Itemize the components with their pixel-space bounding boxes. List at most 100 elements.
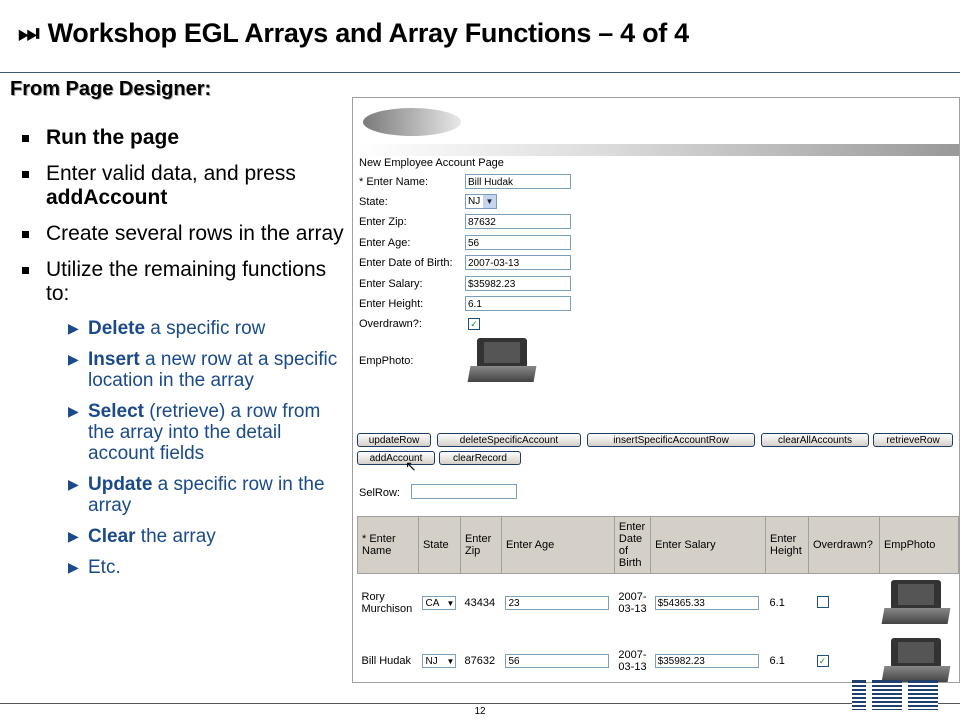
name-cell: Bill Hudak (361, 655, 412, 667)
arrow-right-icon: ▶ (68, 559, 79, 575)
sub-bullet-emphasis: Select (88, 401, 144, 422)
dob-cell: 2007-03-13 (618, 591, 647, 615)
dob-input[interactable]: 2007-03-13 (465, 255, 571, 270)
salary-cell: $35982.23 (651, 632, 766, 682)
sub-bullet-item: ▶ Etc. (18, 557, 348, 578)
arrow-right-icon: ▶ (68, 403, 79, 419)
oval-graphic (363, 108, 461, 136)
state-select[interactable]: NJ ▼ (465, 194, 497, 209)
age-input[interactable]: 23 (505, 596, 610, 610)
height-cell: 6.1 (769, 597, 785, 609)
bullet-item: Create several rows in the array (18, 222, 348, 246)
laptop-photo (467, 338, 537, 384)
age-cell: 56 (501, 632, 614, 682)
insert-specific-account-row-button[interactable]: insertSpecificAccountRow (587, 433, 755, 447)
laptop-photo (882, 638, 951, 682)
sub-bullet-item: ▶ Insert a new row at a specific location… (18, 349, 348, 391)
page-header-bar (357, 144, 959, 156)
salary-label: Enter Salary: (359, 278, 423, 290)
sub-bullet-text: the array (135, 526, 216, 547)
age-input[interactable]: 56 (465, 235, 571, 250)
footer-divider (0, 703, 960, 704)
selrow-label: SelRow: (359, 487, 400, 499)
slide-title: Workshop EGL Arrays and Array Functions … (47, 18, 690, 48)
salary-input[interactable]: $35982.23 (465, 276, 571, 291)
sub-bullet-item: ▶ Update a specific row in the array (18, 474, 348, 516)
age-cell: 23 (501, 574, 614, 633)
dropdown-arrow-icon: ▼ (446, 657, 455, 666)
page-screenshot: New Employee Account Page * Enter Name: … (352, 97, 960, 683)
title-bar: ⏭ Workshop EGL Arrays and Array Function… (18, 18, 689, 49)
overdrawn-checkbox[interactable] (816, 595, 829, 608)
page-name: New Employee Account Page (359, 157, 504, 169)
photo-cell (879, 632, 958, 682)
height-input[interactable]: 6.1 (465, 296, 571, 311)
dropdown-arrow-icon: ▼ (446, 599, 455, 608)
state-select[interactable]: CA ▼ (422, 596, 457, 610)
column-header: Enter Date of Birth (613, 516, 652, 574)
bullet-text: Create several rows in the array (46, 222, 344, 245)
sub-bullet-emphasis: Insert (88, 349, 140, 370)
accounts-table: * Enter Name State Enter Zip Enter Age E… (357, 516, 959, 682)
bullet-list: Run the page Enter valid data, and press… (18, 126, 348, 588)
dob-cell: 2007-03-13 (618, 649, 647, 673)
column-header: State (417, 516, 461, 574)
overdrawn-checkbox[interactable]: ✓ (468, 318, 480, 330)
height-cell: 6.1 (769, 655, 785, 667)
clear-all-accounts-button[interactable]: clearAllAccounts (761, 433, 869, 447)
column-header: Overdrawn? (808, 516, 880, 574)
table-row: Bill Hudak NJ ▼ 87632 56 2007-03-13 $3598… (358, 632, 959, 682)
update-row-button[interactable]: updateRow (357, 433, 431, 447)
salary-input[interactable]: $35982.23 (654, 654, 759, 668)
photo-cell (879, 574, 958, 633)
laptop-photo (882, 580, 951, 626)
arrow-right-icon: ▶ (68, 351, 79, 367)
title-divider (0, 72, 960, 73)
age-input[interactable]: 56 (505, 654, 610, 668)
name-cell: Rory Murchison (361, 591, 413, 615)
page-number: 12 (474, 706, 486, 717)
state-value: CA (425, 598, 440, 609)
column-header: * Enter Name (357, 516, 419, 574)
state-select[interactable]: NJ ▼ (422, 654, 457, 668)
column-header: Enter Height (765, 516, 809, 574)
sub-bullet-item: ▶ Select (retrieve) a row from the array … (18, 401, 348, 464)
bullet-text: Enter valid data, and press (46, 162, 296, 185)
bullet-item: Enter valid data, and press addAccount (18, 162, 348, 210)
height-label: Enter Height: (359, 298, 424, 310)
selrow-input[interactable] (411, 484, 517, 499)
state-value: NJ (468, 196, 481, 207)
sub-bullet-item: ▶ Delete a specific row (18, 318, 348, 339)
age-label: Enter Age: (359, 237, 411, 249)
zip-label: Enter Zip: (359, 216, 407, 228)
sub-bullet-text: Etc. (88, 557, 121, 578)
clear-record-button[interactable]: clearRecord (439, 451, 521, 465)
retrieve-row-button[interactable]: retrieveRow (873, 433, 953, 447)
zip-input[interactable]: 87632 (465, 214, 571, 229)
delete-specific-account-button[interactable]: deleteSpecificAccount (437, 433, 581, 447)
mouse-cursor-icon: ↖ (405, 458, 417, 474)
zip-cell: 87632 (464, 655, 496, 667)
arrow-right-icon: ▶ (68, 320, 79, 336)
sub-bullet-emphasis: Delete (88, 318, 146, 339)
overdrawn-cell (809, 574, 880, 633)
name-input[interactable]: Bill Hudak (465, 174, 571, 189)
state-cell: NJ ▼ (418, 632, 460, 682)
salary-input[interactable]: $54365.33 (654, 596, 759, 610)
dropdown-arrow-icon[interactable]: ▼ (483, 195, 496, 208)
sub-bullet-text: a specific row (145, 318, 266, 339)
add-account-button[interactable]: addAccount (357, 451, 435, 465)
sub-bullet-emphasis: Update (88, 474, 153, 495)
bullet-emphasis: addAccount (46, 186, 168, 209)
table-row: Rory Murchison CA ▼ 43434 23 2007-03-13 $… (358, 574, 959, 633)
column-header: Enter Zip (459, 516, 502, 574)
sub-bullet-item: ▶ Clear the array (18, 526, 348, 547)
overdrawn-label: Overdrawn?: (359, 318, 422, 330)
section-subtitle: From Page Designer: (10, 78, 212, 100)
state-cell: CA ▼ (418, 574, 460, 633)
arrow-right-icon: ▶ (68, 476, 79, 492)
overdrawn-checkbox[interactable]: ✓ (816, 655, 829, 667)
salary-cell: $54365.33 (651, 574, 766, 633)
bullet-item: Utilize the remaining functions to: (18, 258, 348, 306)
bullet-text: Run the page (46, 126, 180, 149)
